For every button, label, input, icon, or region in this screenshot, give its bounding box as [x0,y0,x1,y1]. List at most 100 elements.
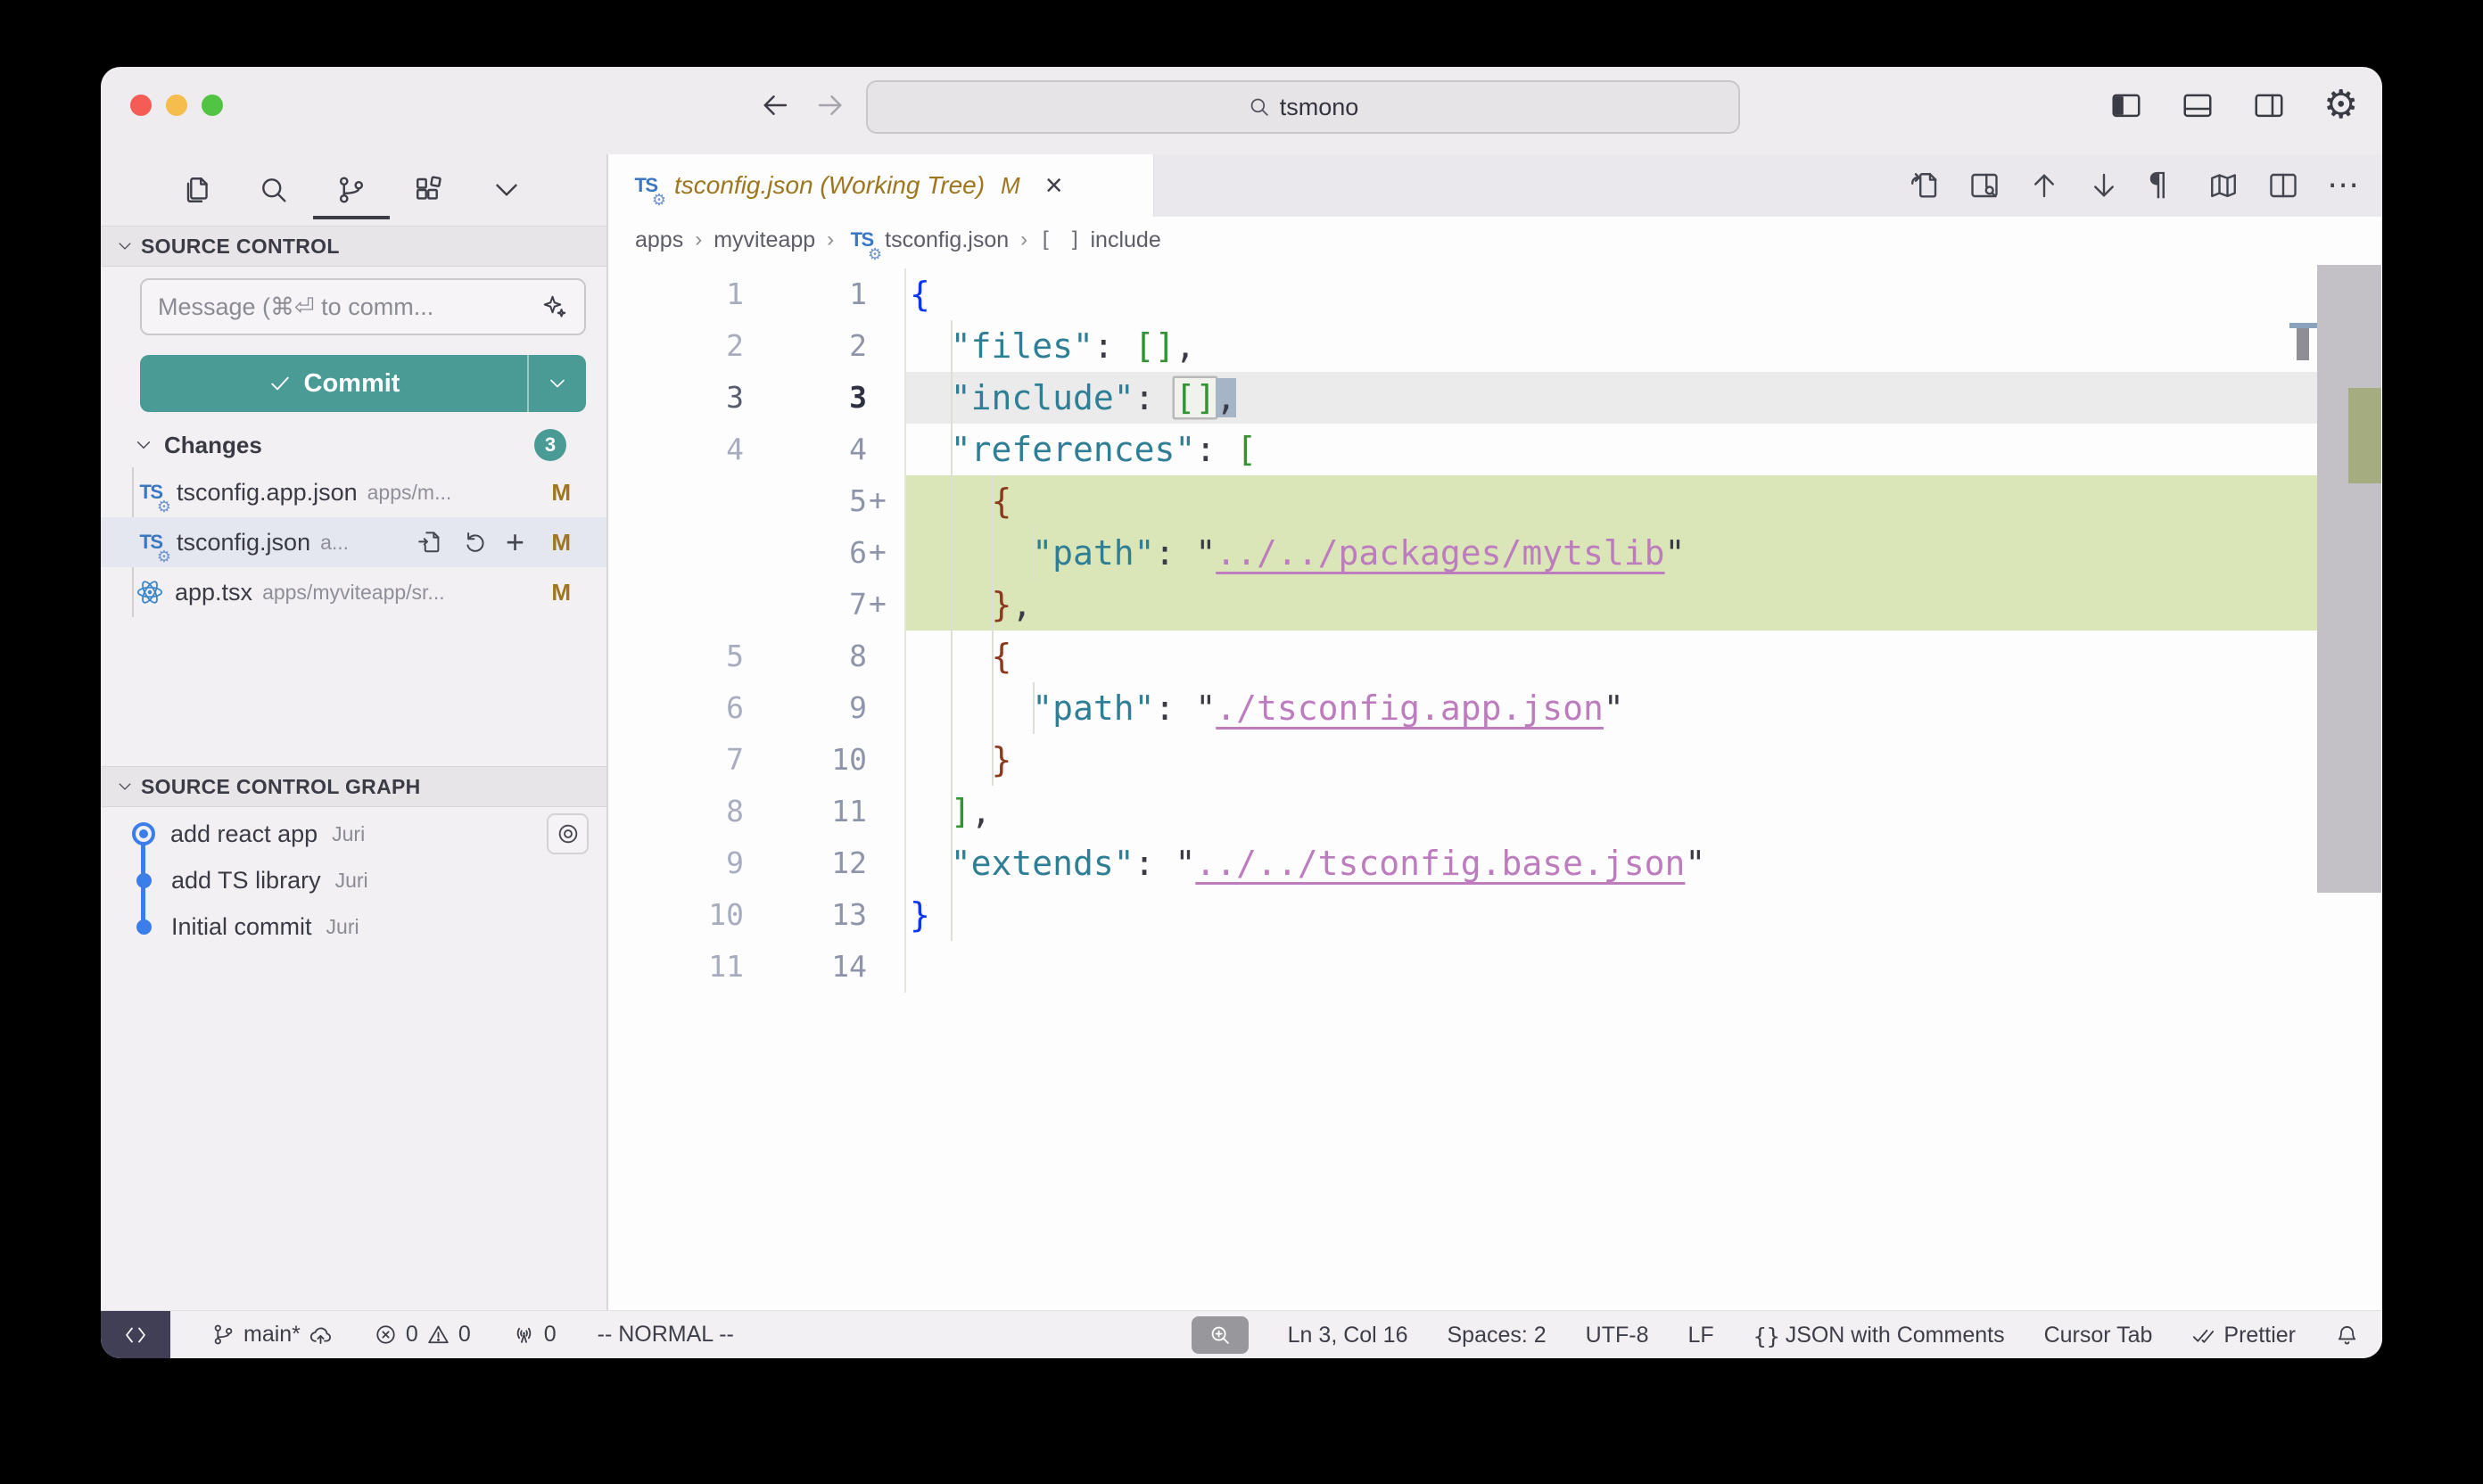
new-line-number: 14 [744,941,867,993]
commit-row[interactable]: add react app Juri [101,811,606,857]
activity-bar [101,154,606,226]
code-line[interactable]: 710 } [608,734,2317,786]
code-token: ../../packages/mytslib [1216,533,1664,573]
chevron-down-icon [116,237,134,255]
code-line[interactable]: 22 "files": [], [608,320,2317,372]
editor-scrollbar[interactable] [2317,265,2381,893]
minimize-window-button[interactable] [166,95,187,116]
breadcrumb-item[interactable]: TS⚙tsconfig.json [846,224,1009,256]
code-line[interactable]: 5+ { [608,475,2317,527]
code-token: " [1195,688,1216,728]
discard-icon[interactable] [461,529,488,556]
status-item-zoom-indicator[interactable] [1192,1316,1249,1354]
code-line[interactable]: 69 "path": "./tsconfig.app.json" [608,682,2317,734]
breadcrumb: apps›myviteapp›TS⚙tsconfig.json›[ ]inclu… [608,217,2382,263]
status-item-language-mode[interactable]: {}JSON with Comments [1753,1323,2005,1348]
code-line[interactable]: 7+ }, [608,579,2317,631]
checkout-target-button[interactable] [547,813,589,854]
status-item-indentation[interactable]: Spaces: 2 [1447,1323,1546,1348]
status-item-notifications[interactable] [2335,1323,2359,1348]
status-item-cursor-tab[interactable]: Cursor Tab [2044,1323,2153,1348]
code-line[interactable]: 6+ "path": "../../packages/mytslib" [608,527,2317,579]
sidebar: SOURCE CONTROL Message (⌘⏎ to comm... Co… [101,154,606,1310]
code-token: " [1175,844,1195,883]
indent-guide [951,320,953,941]
status-text: UTF-8 [1586,1323,1649,1348]
status-item-branch-status[interactable]: main* [211,1322,333,1348]
activity-item-more-views-chevron[interactable] [491,161,523,219]
overview-ruler-cursor-mark [2297,328,2309,360]
source-control-graph-header[interactable]: SOURCE CONTROL GRAPH [101,766,606,807]
old-line-number: 8 [608,786,744,837]
code-token [910,430,951,469]
code-line[interactable]: 1013} [608,889,2317,941]
status-item-eol[interactable]: LF [1688,1323,1714,1348]
code-token: : [1093,326,1134,366]
overview-ruler-added-mark [2348,388,2381,483]
commit-message-input[interactable]: Message (⌘⏎ to comm... [140,278,586,335]
status-item-cursor-position[interactable]: Ln 3, Col 16 [1288,1323,1408,1348]
close-tab-icon[interactable]: × [1045,172,1063,199]
code-token [910,326,951,366]
zoom-window-button[interactable] [202,95,223,116]
modified-badge: M [548,479,571,507]
changed-file-row[interactable]: TS⚙ tsconfig.json a... + M [101,517,606,567]
status-item-formatter[interactable]: Prettier [2191,1323,2296,1348]
zoom-in-icon [1208,1323,1233,1348]
changed-file-row[interactable]: TS⚙ tsconfig.app.json apps/m... M [101,467,606,517]
new-line-number: 5 [744,475,867,527]
status-text: -- NORMAL -- [598,1322,734,1348]
command-center-search[interactable]: tsmono [866,80,1740,134]
activity-item-search[interactable] [258,161,290,219]
activity-item-explorer[interactable] [180,161,212,219]
code-line[interactable]: 44 "references": [ [608,424,2317,475]
tab-tsconfig-working-tree[interactable]: TS⚙ tsconfig.json (Working Tree) M × [608,154,1154,217]
layout-sidebar-right-icon[interactable] [2252,88,2286,122]
status-item-ports[interactable]: 0 [512,1322,557,1348]
layout-sidebar-left-icon[interactable] [2109,88,2143,122]
activity-item-source-control[interactable] [335,161,367,219]
close-window-button[interactable] [130,95,152,116]
settings-gear-icon[interactable]: ⚙ [2323,88,2357,122]
arrow-up-icon[interactable] [2028,169,2060,202]
preview-icon[interactable] [1968,169,2000,202]
map-icon[interactable] [2207,169,2240,202]
changes-section-header[interactable]: Changes 3 [101,426,606,464]
code-editor[interactable]: 11{22 "files": [],33 "include": [],44 "r… [608,263,2382,1310]
goto-file-icon[interactable] [417,529,443,556]
commit-dropdown-button[interactable] [527,355,586,412]
activity-item-extensions[interactable] [413,161,445,219]
code-line[interactable]: 811 ], [608,786,2317,837]
added-line-plus [867,372,904,424]
commit-row[interactable]: Initial commit Juri [101,903,606,950]
split-editor-icon[interactable] [2267,169,2299,202]
breadcrumb-item[interactable]: myviteapp [714,227,815,253]
changed-file-row[interactable]: app.tsx apps/myviteapp/sr... M [101,567,606,617]
source-control-header[interactable]: SOURCE CONTROL [101,226,606,267]
code-token: , [1011,585,1032,624]
stage-plus-icon[interactable]: + [506,529,532,556]
changes-count-badge: 3 [534,429,566,461]
sparkle-icon[interactable] [541,293,568,320]
code-line[interactable]: 33 "include": [], [608,372,2317,424]
breadcrumb-item[interactable]: [ ]include [1039,227,1161,253]
commit-button[interactable]: Commit [140,355,586,412]
back-arrow-icon[interactable] [759,89,791,121]
status-item-vim-mode[interactable]: -- NORMAL -- [598,1322,734,1348]
layout-panel-icon[interactable] [2181,88,2215,122]
breadcrumb-item[interactable]: apps [635,227,683,253]
pilcrow-icon[interactable]: ¶ [2148,169,2180,202]
open-changes-icon[interactable] [1909,169,1941,202]
status-item-encoding[interactable]: UTF-8 [1586,1323,1649,1348]
more-icon[interactable]: ⋯ [2327,169,2359,202]
code-line[interactable]: 58 { [608,631,2317,682]
code-line[interactable]: 912 "extends": "../../tsconfig.base.json… [608,837,2317,889]
arrow-down-icon[interactable] [2088,169,2120,202]
remote-indicator-button[interactable] [101,1311,170,1359]
commit-row[interactable]: add TS library Juri [101,857,606,903]
forward-arrow-icon[interactable] [814,89,846,121]
code-line[interactable]: 11{ [608,268,2317,320]
status-item-problems[interactable]: 00 [374,1322,471,1348]
code-token: "files" [951,326,1093,366]
code-line[interactable]: 1114 [608,941,2317,993]
